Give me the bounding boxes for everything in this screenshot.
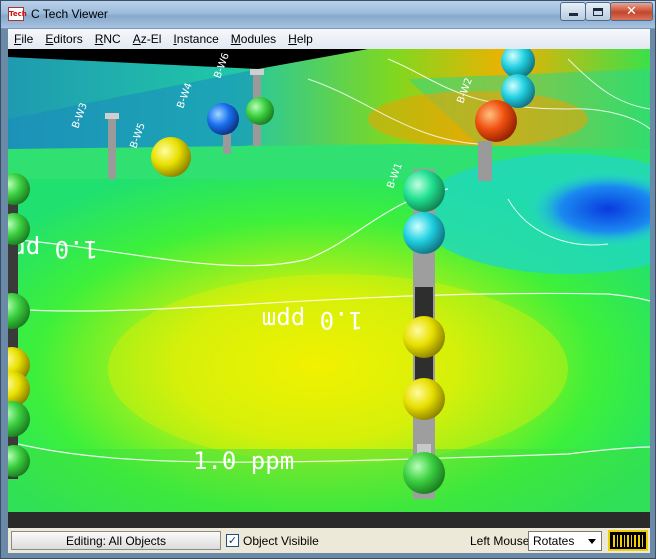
object-visible-label: Object Visibile bbox=[243, 534, 319, 548]
object-visible-checkbox[interactable]: ✓ bbox=[226, 534, 239, 547]
left-mouse-mode-value: Rotates bbox=[533, 534, 575, 548]
close-button[interactable]: ✕ bbox=[610, 2, 653, 21]
plume-scene: 1.0 ppm 1.0 ppm 1.0 ppm B-W3 B-W4 B-W5 B… bbox=[8, 49, 650, 528]
menu-bar: File Editors RNC Az-El Instance Modules … bbox=[8, 29, 650, 49]
status-bar: Editing: All Objects ✓ Object Visibile L… bbox=[8, 528, 650, 553]
editing-objects-button[interactable]: Editing: All Objects bbox=[11, 531, 221, 550]
title-bar[interactable]: Tech C Tech Viewer ✕ bbox=[1, 1, 655, 29]
menu-help[interactable]: Help bbox=[282, 32, 319, 46]
menu-az-el[interactable]: Az-El bbox=[127, 32, 168, 46]
contour-label: 1.0 ppm bbox=[262, 306, 363, 334]
activity-meter-icon bbox=[608, 530, 648, 551]
app-logo-icon: Tech bbox=[8, 7, 27, 21]
maximize-button[interactable] bbox=[585, 2, 611, 21]
window-title: C Tech Viewer bbox=[31, 7, 108, 21]
minimize-button[interactable] bbox=[560, 2, 586, 21]
menu-rnc[interactable]: RNC bbox=[89, 32, 127, 46]
app-icon-text: Tech bbox=[9, 10, 27, 18]
left-mouse-label: Left Mouse bbox=[470, 534, 530, 548]
menu-instance[interactable]: Instance bbox=[167, 32, 224, 46]
maximize-icon bbox=[593, 7, 603, 16]
chevron-down-icon bbox=[588, 539, 596, 544]
minimize-icon bbox=[568, 13, 578, 16]
checkmark-icon: ✓ bbox=[227, 534, 238, 547]
3d-viewport[interactable]: 1.0 ppm 1.0 ppm 1.0 ppm B-W3 B-W4 B-W5 B… bbox=[8, 49, 650, 528]
contour-label: 1.0 ppm bbox=[193, 447, 294, 475]
menu-file[interactable]: File bbox=[8, 32, 39, 46]
menu-editors[interactable]: Editors bbox=[39, 32, 88, 46]
close-icon: ✕ bbox=[626, 4, 637, 19]
menu-modules[interactable]: Modules bbox=[225, 32, 282, 46]
app-window: Tech C Tech Viewer ✕ File Editors RNC Az… bbox=[0, 0, 656, 559]
left-mouse-mode-select[interactable]: Rotates bbox=[528, 531, 602, 551]
